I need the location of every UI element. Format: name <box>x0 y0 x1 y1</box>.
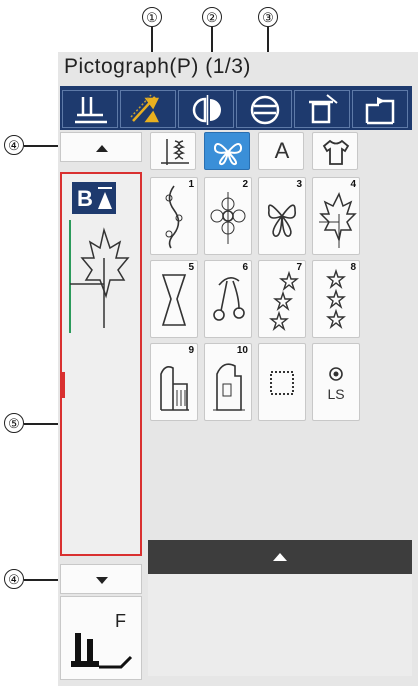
pictograph-icon <box>213 142 243 166</box>
scroll-up-button[interactable] <box>60 132 142 162</box>
scroll-down-button[interactable] <box>60 564 142 594</box>
pattern-cell-2[interactable]: 2 <box>204 177 252 255</box>
shirt-icon <box>322 139 350 165</box>
pattern-number: 3 <box>296 179 302 190</box>
pattern-number: 7 <box>296 262 302 273</box>
delete-button[interactable] <box>294 90 350 128</box>
pattern-cell-7[interactable]: 7 <box>258 260 306 338</box>
tab-pictograph[interactable] <box>204 132 250 170</box>
triangle-up-icon <box>98 187 112 209</box>
maple-leaf-preview-icon <box>69 220 130 333</box>
presser-foot-icon <box>75 97 107 124</box>
pattern-cell-8[interactable]: 8 <box>312 260 360 338</box>
pattern-info-pane <box>148 574 412 676</box>
foot-f-icon <box>71 633 133 669</box>
dotted-square-icon <box>270 371 294 395</box>
callout-4-bottom: ④ <box>4 569 24 589</box>
pattern-cell-1[interactable]: 1 <box>150 177 198 255</box>
return-icon <box>365 97 395 125</box>
callout-2: ② <box>202 7 222 27</box>
stitch-width-icon <box>250 95 280 125</box>
pattern-number: 4 <box>350 179 356 190</box>
pattern-cell-9[interactable]: 9 <box>150 343 198 421</box>
pattern-cell-11[interactable] <box>258 343 306 421</box>
pattern-number: 9 <box>188 345 194 356</box>
satin-stitch-icon <box>161 139 189 165</box>
mirror-image-button[interactable] <box>178 90 234 128</box>
pattern-cell-3[interactable]: 3 <box>258 177 306 255</box>
page-title: Pictograph(P) (1/3) <box>64 55 251 78</box>
return-button[interactable] <box>352 90 408 128</box>
pattern-cell-12[interactable]: LS <box>312 343 360 421</box>
ls-dot-icon <box>329 367 343 381</box>
presser-foot-button[interactable] <box>62 90 118 128</box>
pattern-number: 8 <box>350 262 356 273</box>
pattern-cell-6[interactable]: 6 <box>204 260 252 338</box>
pattern-number: 1 <box>188 179 194 190</box>
pattern-cell-4[interactable]: 4 <box>312 177 360 255</box>
page-position-indicator <box>62 372 65 398</box>
callout-3: ③ <box>258 7 278 27</box>
arrow-up-icon <box>273 553 287 561</box>
tab-alphabet[interactable]: A <box>258 132 304 170</box>
pattern-info-toggle[interactable] <box>148 540 412 574</box>
callout-5-leader <box>24 423 62 425</box>
pattern-cell-5[interactable]: 5 <box>150 260 198 338</box>
tab-satin-stitch[interactable] <box>150 132 196 170</box>
pattern-number: 10 <box>236 345 248 356</box>
pattern-cell-10[interactable]: 10 <box>204 343 252 421</box>
callout-4-top: ④ <box>4 135 24 155</box>
arrow-down-icon <box>96 577 108 584</box>
callout-5: ⑤ <box>4 413 24 433</box>
arrow-up-icon <box>96 145 108 152</box>
callout-1: ① <box>142 7 162 27</box>
elongation-button[interactable] <box>120 90 176 128</box>
stitch-width-button[interactable] <box>236 90 292 128</box>
delete-icon <box>309 94 338 124</box>
pattern-number: 5 <box>188 262 194 273</box>
mirror-image-icon <box>192 95 221 125</box>
tab-garment[interactable] <box>312 132 358 170</box>
pattern-number: 6 <box>242 262 248 273</box>
pattern-number: 2 <box>242 179 248 190</box>
mode-toggle-button[interactable]: B <box>72 182 116 214</box>
elongation-icon <box>130 94 160 123</box>
pattern-label: LS <box>327 386 345 402</box>
tab-alphabet-label: A <box>274 138 290 163</box>
presser-foot-f-button[interactable]: F <box>60 596 142 680</box>
